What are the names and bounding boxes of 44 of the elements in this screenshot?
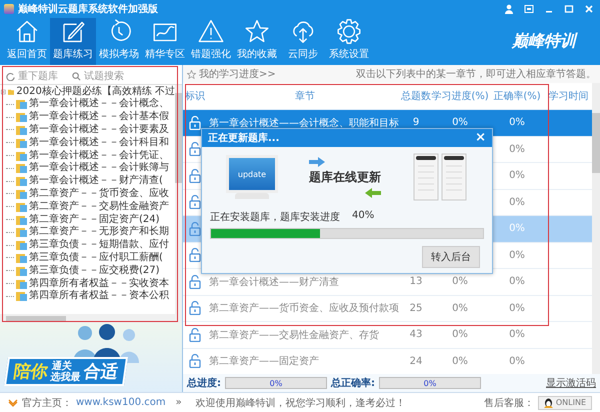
progress-reading: 0% xyxy=(270,378,282,388)
table-cell: 0% xyxy=(509,302,525,314)
table-cell-text: 第一章会计概述——会计概念、职能和目标 xyxy=(209,116,399,130)
table-cell: 0% xyxy=(509,329,525,340)
banner-text: 通关 xyxy=(51,360,74,372)
total-accuracy-label: 总正确率: xyxy=(331,376,375,390)
table-cell: 0% xyxy=(452,117,468,128)
welcome-message: 欢迎使用巅峰特训，祝您学习顺利，逢考必过！ xyxy=(196,396,406,410)
table-cell: 0% xyxy=(509,117,525,128)
window-title: 巅峰特训云题库系统软件加强版 xyxy=(18,2,158,16)
table-cell: 0% xyxy=(509,276,525,288)
hint-text: 双击以下列表中的某一章节，即可进入相应章节答题。 xyxy=(356,68,596,81)
dialog-heading: 题库在线更新 xyxy=(309,168,381,186)
banner-text: 合适 xyxy=(82,361,120,383)
table-cell: 13 xyxy=(410,276,422,288)
table-cell-text: 第二章资产——固定资产 xyxy=(209,354,319,368)
status-text: 正在安装题库，题库安装进度 xyxy=(210,210,340,224)
table-cell: 0% xyxy=(509,250,525,261)
support-label: 售后客服： xyxy=(484,396,534,410)
table-cell: 24 xyxy=(410,356,422,367)
total-progress-label: 总进度: xyxy=(187,376,221,390)
banner-text: 选我最 xyxy=(49,372,81,382)
table-cell: 0% xyxy=(509,356,525,367)
table-cell-text: 第二章资产——交易性金融资产、存货 xyxy=(209,328,379,342)
table-cell: 0% xyxy=(452,276,468,288)
table-cell: 0% xyxy=(509,223,525,234)
home-label: 官方主页： xyxy=(22,396,72,410)
table-cell: 0% xyxy=(509,144,525,155)
screen-label: update xyxy=(238,170,266,179)
brand-logo: 巅峰特训 xyxy=(512,31,576,52)
table-cell: 0% xyxy=(509,196,525,208)
banner-text: 陪你 xyxy=(12,361,50,383)
table-cell: 0% xyxy=(452,302,468,314)
table-cell: 0% xyxy=(452,329,468,340)
progress-reading: 40% xyxy=(352,210,374,224)
table-cell: 0% xyxy=(509,170,525,182)
accuracy-reading: 0% xyxy=(424,378,436,388)
table-cell-text: 第二章资产——货币资金、应收及预付款项 xyxy=(209,302,399,316)
table-cell: 9 xyxy=(412,117,420,128)
separator-glyph: » xyxy=(176,397,182,408)
table-cell: 0% xyxy=(452,356,468,367)
table-cell: 43 xyxy=(410,329,422,340)
table-cell: 25 xyxy=(410,302,422,314)
table-cell-text: 第一章会计概述——财产清查 xyxy=(209,276,339,289)
